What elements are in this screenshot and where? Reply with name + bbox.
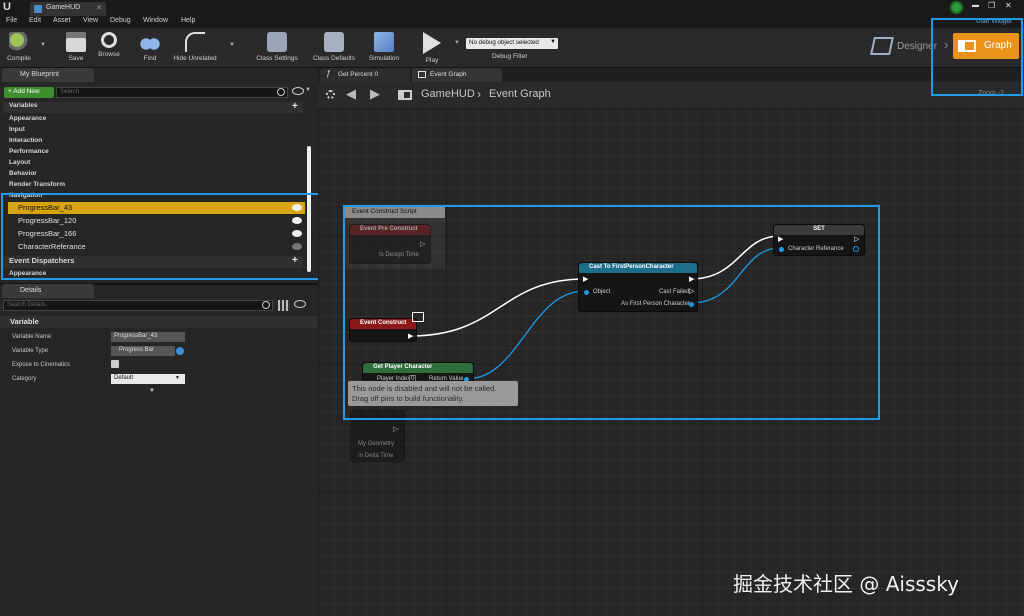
highlight-graph-mode-box [931,18,1023,96]
watermark: 掘金技术社区 @ Aisssky [733,572,959,596]
pin-label: My Geometry [358,441,395,447]
exec-pin-icon[interactable]: ▷ [393,425,398,433]
pin-label: In Delta Time [358,453,394,459]
highlight-graph-box [343,205,880,420]
